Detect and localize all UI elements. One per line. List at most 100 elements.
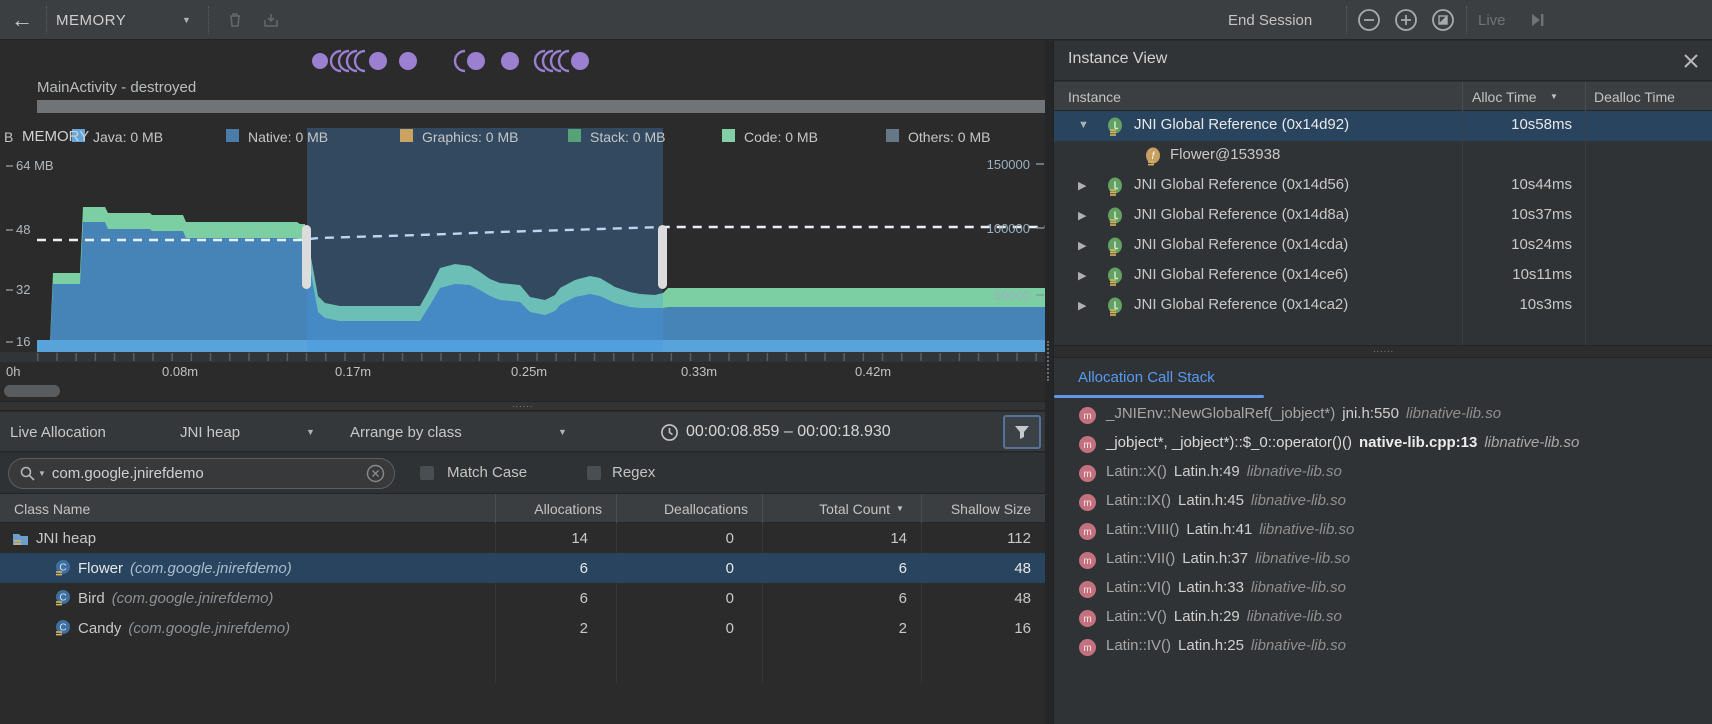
column-header-instance[interactable]: Instance (1068, 82, 1121, 111)
total-count-cell: 6 (762, 583, 907, 613)
stack-frame[interactable]: m Latin::IV()Latin.h:25libnative-lib.so (1054, 633, 1712, 662)
stack-frame[interactable]: m Latin::X()Latin.h:49libnative-lib.so (1054, 459, 1712, 488)
search-history-chevron-icon[interactable]: ▼ (38, 469, 46, 478)
collapsed-arrow-icon[interactable]: ▶ (1078, 299, 1086, 312)
sort-arrow-icon: ▼ (896, 494, 904, 523)
y-axis-label: 64 MB (16, 158, 54, 173)
class-name-cell: JNI heap (36, 523, 96, 553)
tab-allocation-call-stack[interactable]: Allocation Call Stack (1078, 369, 1215, 386)
search-row: ▼ com.google.jnirefdemo Match Case Regex (0, 453, 1045, 494)
stack-frame[interactable]: m _JNIEnv::NewGlobalRef(_jobject*)jni.h:… (1054, 401, 1712, 430)
table-row-candy[interactable]: C Candy(com.google.jnirefdemo) 2 0 2 16 (0, 613, 1045, 643)
method-icon: m (1078, 580, 1097, 599)
method-icon: m (1078, 406, 1097, 425)
clear-search-icon[interactable] (366, 464, 385, 483)
instance-label: JNI Global Reference (0x14d56) (1134, 176, 1349, 193)
svg-text:m: m (1083, 643, 1091, 654)
heap-select[interactable]: JNI heap (180, 412, 240, 452)
memory-chart[interactable] (0, 122, 1045, 367)
legend-item-java: Java: 0 MB (93, 129, 163, 145)
class-icon: C (54, 559, 72, 577)
svg-text:m: m (1083, 527, 1091, 538)
instance-row[interactable]: ▶ JNI Global Reference (0x14d8a) 10s37ms (1054, 201, 1712, 231)
instance-view-titlebar: Instance View (1054, 41, 1712, 81)
sort-arrow-icon: ▼ (1550, 82, 1558, 111)
collapsed-arrow-icon[interactable]: ▶ (1078, 209, 1086, 222)
reset-zoom-button[interactable] (1430, 7, 1456, 33)
collapsed-arrow-icon[interactable]: ▶ (1078, 179, 1086, 192)
profiler-selector[interactable]: MEMORY (56, 0, 126, 40)
column-header-shallow-size[interactable]: Shallow Size (921, 494, 1031, 523)
instance-row[interactable]: ▼ JNI Global Reference (0x14d92) 10s58ms (1054, 111, 1712, 141)
chevron-down-icon[interactable]: ▼ (306, 412, 315, 452)
selection-handle-right[interactable] (658, 225, 667, 289)
delete-session-button[interactable] (222, 7, 248, 33)
collapsed-arrow-icon[interactable]: ▶ (1078, 239, 1086, 252)
end-session-button[interactable]: End Session (1228, 0, 1312, 40)
zoom-out-button[interactable] (1356, 7, 1382, 33)
stack-frame[interactable]: m Latin::V()Latin.h:29libnative-lib.so (1054, 604, 1712, 633)
jump-to-live-button[interactable] (1524, 7, 1550, 33)
instance-child-row[interactable]: f Flower@153938 (1054, 141, 1712, 171)
search-input[interactable]: ▼ com.google.jnirefdemo (8, 458, 395, 489)
close-icon[interactable] (1681, 51, 1701, 71)
zoom-in-button[interactable] (1393, 7, 1419, 33)
timeline-scrollbar[interactable] (4, 385, 60, 397)
instance-row[interactable]: ▶ JNI Global Reference (0x14ce6) 10s11ms (1054, 261, 1712, 291)
legend-item-others: Others: 0 MB (908, 129, 990, 145)
instance-label: JNI Global Reference (0x14cda) (1134, 236, 1348, 253)
horizontal-splitter[interactable]: ∙∙∙∙∙∙ (0, 401, 1045, 411)
gc-event-icon[interactable] (312, 52, 589, 70)
stack-frame[interactable]: m Latin::VII()Latin.h:37libnative-lib.so (1054, 546, 1712, 575)
x-axis-label: 0h (6, 364, 20, 379)
search-value: com.google.jnirefdemo (52, 465, 366, 482)
jni-ref-icon (1106, 237, 1125, 256)
instance-row[interactable]: ▶ JNI Global Reference (0x14d56) 10s44ms (1054, 171, 1712, 201)
match-case-checkbox[interactable] (419, 465, 435, 481)
method-icon: m (1078, 493, 1097, 512)
horizontal-splitter[interactable]: ∙∙∙∙∙∙ (1054, 345, 1712, 358)
collapsed-arrow-icon[interactable]: ▶ (1078, 269, 1086, 282)
stack-frame[interactable]: m Latin::VI()Latin.h:33libnative-lib.so (1054, 575, 1712, 604)
stack-frame[interactable]: m Latin::IX()Latin.h:45libnative-lib.so (1054, 488, 1712, 517)
export-session-button[interactable] (258, 7, 284, 33)
instance-row[interactable]: ▶ JNI Global Reference (0x14cda) 10s24ms (1054, 231, 1712, 261)
x-axis-label: 0.25m (511, 364, 547, 379)
table-row-flower[interactable]: C Flower(com.google.jnirefdemo) 6 0 6 48 (0, 553, 1045, 583)
column-header-allocations[interactable]: Allocations (495, 494, 602, 523)
activity-lifecycle-label: MainActivity - destroyed (37, 79, 196, 96)
stack-frame[interactable]: m Latin::VIII()Latin.h:41libnative-lib.s… (1054, 517, 1712, 546)
filter-funnel-icon (1014, 424, 1030, 440)
tab-active-underline (1054, 395, 1264, 398)
column-header-deallocations[interactable]: Deallocations (616, 494, 748, 523)
column-header-total-count[interactable]: Total Count (762, 494, 890, 523)
table-row-jni-heap[interactable]: JNI heap 14 0 14 112 (0, 523, 1045, 553)
column-header-class-name[interactable]: Class Name (14, 494, 90, 523)
instance-row[interactable]: ▶ JNI Global Reference (0x14ca2) 10s3ms (1054, 291, 1712, 321)
memory-track-label: MEMORY (22, 128, 89, 145)
match-case-label[interactable]: Match Case (447, 464, 527, 481)
column-header-alloc-time[interactable]: Alloc Time (1472, 82, 1537, 111)
selection-handle-left[interactable] (302, 225, 311, 289)
selection-overlay[interactable] (307, 128, 663, 352)
legend-swatch-native (226, 129, 239, 142)
chevron-down-icon[interactable]: ▼ (182, 0, 191, 40)
arrange-select[interactable]: Arrange by class (350, 412, 462, 452)
search-icon (19, 465, 37, 483)
regex-label[interactable]: Regex (612, 464, 655, 481)
table-row-bird[interactable]: C Bird(com.google.jnirefdemo) 6 0 6 48 (0, 583, 1045, 613)
stack-frame[interactable]: m _jobject*, _jobject*)::$_0::operator()… (1054, 430, 1712, 459)
regex-checkbox[interactable] (586, 465, 602, 481)
column-header-dealloc-time[interactable]: Dealloc Time (1594, 82, 1675, 111)
svg-text:m: m (1083, 585, 1091, 596)
filter-toggle-button[interactable] (1003, 415, 1041, 449)
back-button[interactable]: ← (6, 0, 38, 40)
field-icon: f (1144, 147, 1163, 166)
live-allocation-tab[interactable]: Live Allocation (10, 412, 106, 452)
chevron-down-icon[interactable]: ▼ (558, 412, 567, 452)
method-icon: m (1078, 464, 1097, 483)
pane-splitter[interactable] (1045, 41, 1053, 724)
toolbar-divider (46, 6, 47, 34)
live-button[interactable]: Live (1478, 0, 1506, 40)
expanded-arrow-icon[interactable]: ▼ (1078, 119, 1089, 131)
